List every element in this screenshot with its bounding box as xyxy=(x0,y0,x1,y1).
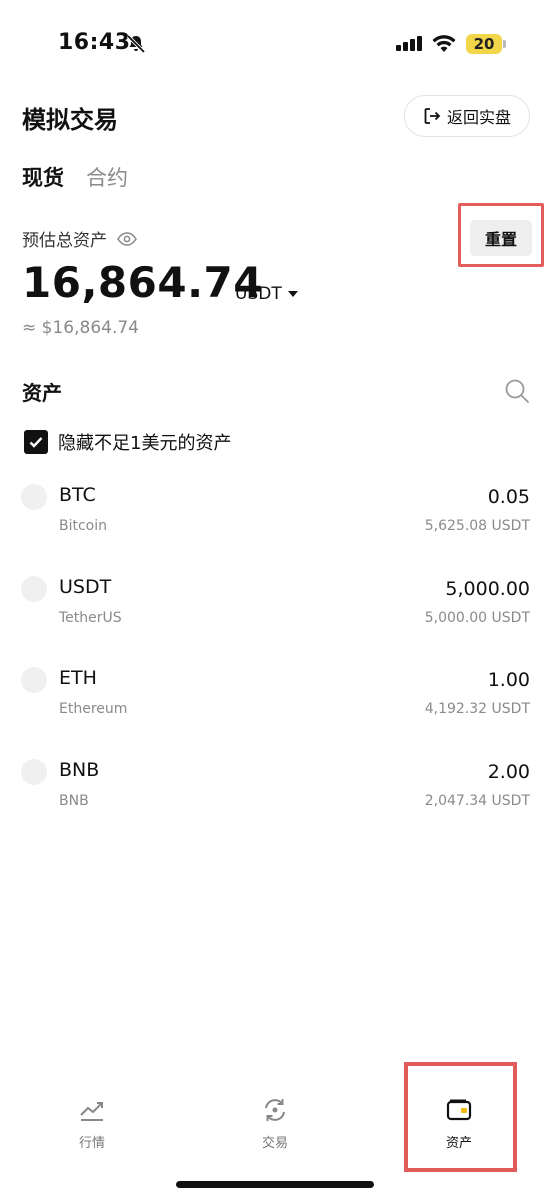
exit-icon xyxy=(424,108,441,124)
nav-trade-label: 交易 xyxy=(261,1136,288,1151)
page-title: 模拟交易 xyxy=(22,106,118,134)
eth-coin-icon xyxy=(21,667,47,693)
unit-label: USDT xyxy=(235,284,282,304)
hide-small-assets-toggle[interactable]: 隐藏不足1美元的资产 xyxy=(24,429,231,455)
exchange-cycle-icon xyxy=(265,1099,285,1121)
battery-tip xyxy=(503,40,506,48)
asset-symbol: ETH xyxy=(59,667,97,689)
nav-trade[interactable]: 交易 xyxy=(225,1096,325,1151)
status-time: 16:43 xyxy=(58,30,131,55)
bell-muted-icon xyxy=(126,34,146,54)
asset-quantity: 0.05 xyxy=(487,486,530,508)
asset-quantity: 2.00 xyxy=(487,760,530,783)
asset-value: 5,000.00 USDT xyxy=(424,609,530,626)
nav-markets-label: 行情 xyxy=(78,1136,105,1151)
bnb-coin-icon xyxy=(21,758,47,785)
estimated-assets-text: 预估总资产 xyxy=(22,231,107,251)
asset-quantity: 1.00 xyxy=(487,669,530,691)
home-indicator xyxy=(176,1181,374,1188)
wifi-icon xyxy=(432,35,456,52)
asset-row-usdt[interactable]: USDT TetherUS 5,000.00 5,000.00 USDT xyxy=(0,570,551,662)
asset-row-btc[interactable]: BTC Bitcoin 0.05 5,625.08 USDT xyxy=(0,478,551,570)
estimated-assets-label: 预估总资产 xyxy=(22,226,137,251)
assets-section-title: 资产 xyxy=(22,381,62,405)
asset-value: 4,192.32 USDT xyxy=(424,701,530,717)
caret-down-icon xyxy=(287,291,298,297)
nav-markets[interactable]: 行情 xyxy=(42,1096,142,1151)
usdt-coin-icon xyxy=(21,575,47,602)
asset-name: Bitcoin xyxy=(59,518,108,534)
check-icon xyxy=(29,437,43,448)
btc-coin-icon xyxy=(21,484,47,510)
assets-tab-highlight-box xyxy=(404,1062,517,1172)
approx-usd-value: ≈ $16,864.74 xyxy=(22,318,139,338)
tab-futures[interactable]: 合约 xyxy=(86,162,128,192)
total-assets-value: 16,864.74 xyxy=(22,258,263,307)
unit-selector[interactable]: USDT xyxy=(235,284,298,304)
tab-bar: 现货 合约 xyxy=(22,162,128,192)
asset-symbol: BNB xyxy=(59,758,100,781)
asset-value: 5,625.08 USDT xyxy=(424,518,530,534)
back-to-live-label: 返回实盘 xyxy=(446,108,511,127)
asset-symbol: BTC xyxy=(59,484,96,506)
reset-button[interactable]: 重置 xyxy=(470,220,532,256)
asset-row-eth[interactable]: ETH Ethereum 1.00 4,192.32 USDT xyxy=(0,661,551,753)
tab-spot[interactable]: 现货 xyxy=(22,162,64,192)
status-bar: 16:43 20 xyxy=(0,0,551,90)
asset-name: BNB xyxy=(59,792,89,809)
battery-indicator: 20 xyxy=(466,34,502,54)
back-to-live-button[interactable]: 返回实盘 xyxy=(404,95,530,137)
asset-name: TetherUS xyxy=(59,609,122,626)
asset-quantity: 5,000.00 xyxy=(445,577,530,600)
asset-value: 2,047.34 USDT xyxy=(424,792,530,809)
asset-symbol: USDT xyxy=(59,575,112,598)
hide-small-assets-label: 隐藏不足1美元的资产 xyxy=(58,433,232,454)
asset-name: Ethereum xyxy=(59,701,128,717)
chart-line-icon xyxy=(80,1102,103,1121)
asset-row-bnb[interactable]: BNB BNB 2.00 2,047.34 USDT xyxy=(0,753,551,845)
eye-icon[interactable] xyxy=(117,231,137,246)
hide-small-assets-checkbox[interactable] xyxy=(24,430,48,454)
cellular-signal-icon xyxy=(396,36,422,51)
asset-list: BTC Bitcoin 0.05 5,625.08 USDT USDT Teth… xyxy=(0,478,551,844)
search-icon[interactable] xyxy=(504,378,530,404)
